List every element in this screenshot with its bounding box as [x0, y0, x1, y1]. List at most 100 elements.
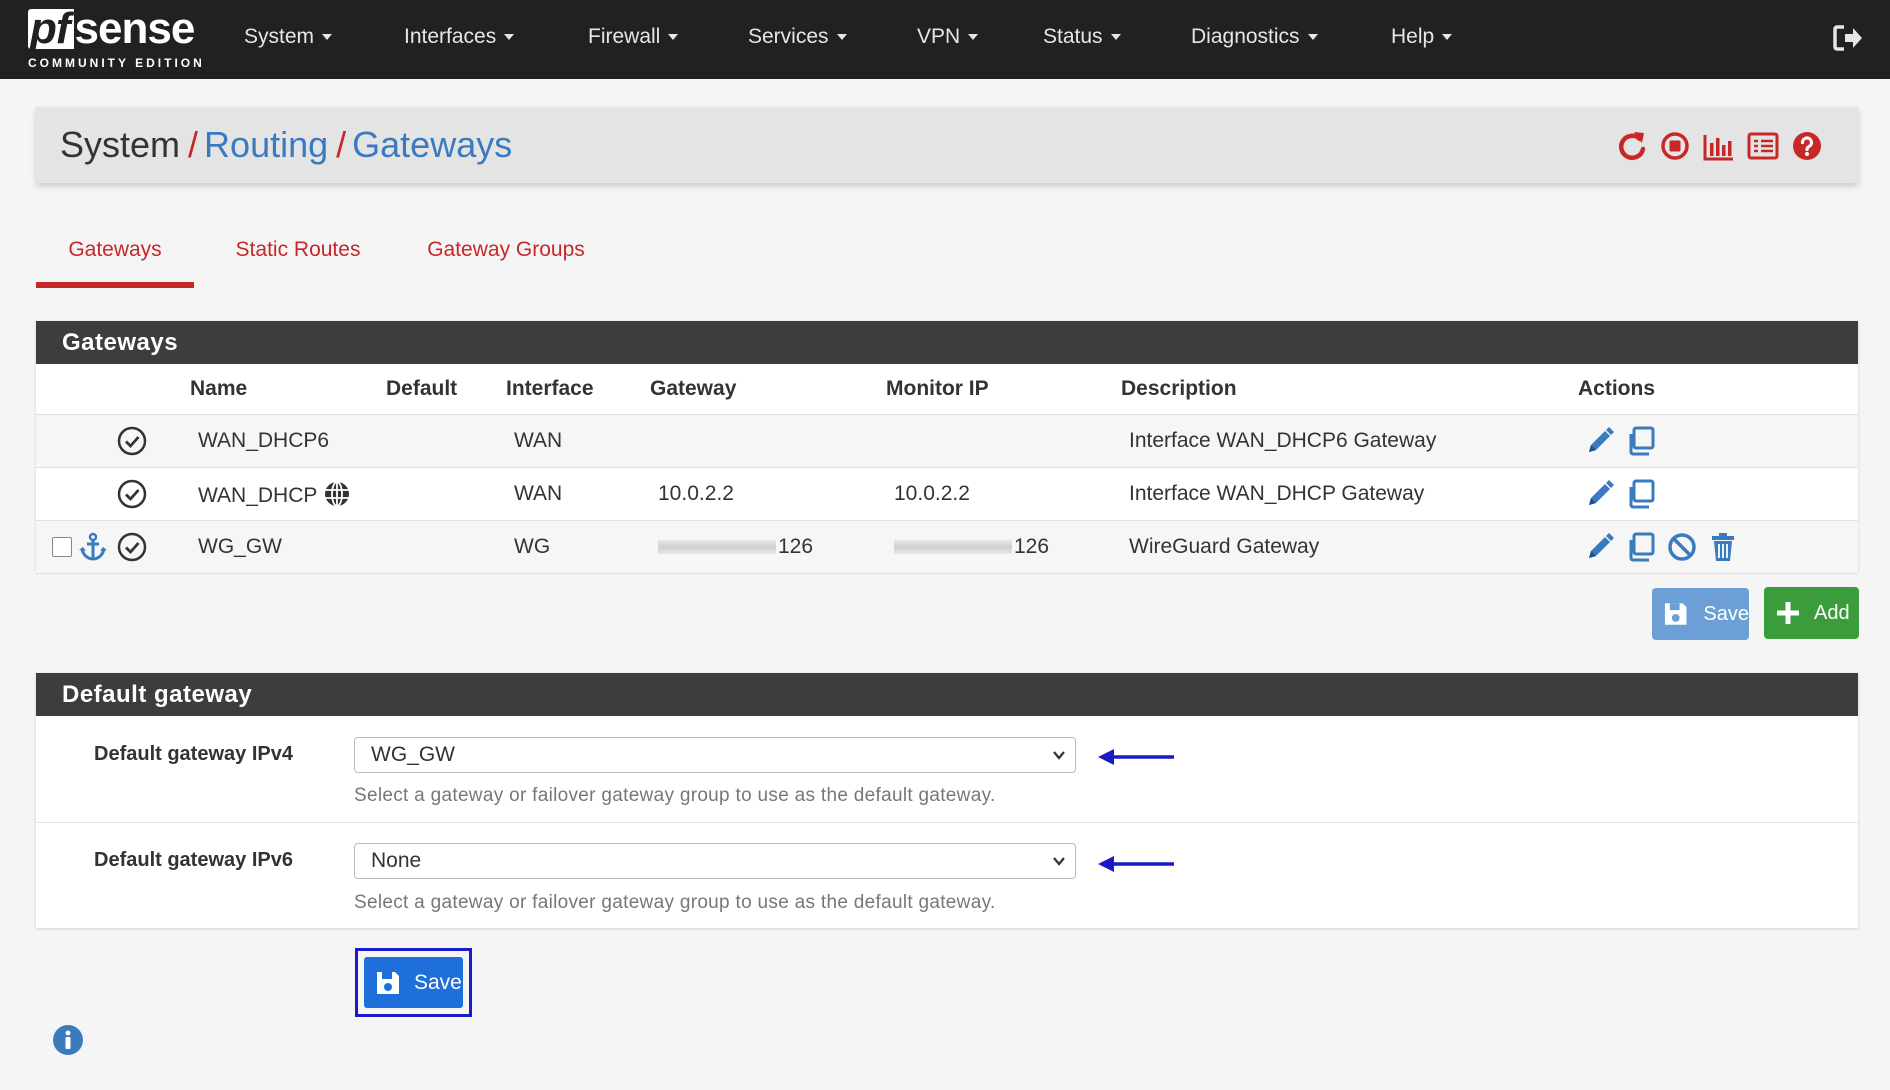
menu-system[interactable]: System	[244, 0, 404, 79]
copy-icon[interactable]	[1625, 425, 1657, 457]
menu-status[interactable]: Status	[1043, 0, 1191, 79]
help-icon[interactable]	[1790, 129, 1824, 163]
reload-icon[interactable]	[1614, 129, 1648, 163]
menu-interfaces[interactable]: Interfaces	[404, 0, 588, 79]
column-header-gateway: Gateway	[650, 364, 886, 415]
menu-diagnostics[interactable]: Diagnostics	[1191, 0, 1391, 79]
row-actions	[1578, 414, 1858, 468]
add-label: Add	[1814, 601, 1850, 624]
column-header-actions: Actions	[1578, 364, 1858, 415]
row-name: WG_GW	[190, 520, 386, 574]
row-gateway: 10.0.2.2	[650, 467, 886, 521]
default-gateway-ipv6-select[interactable]: None	[354, 843, 1076, 879]
caret-down-icon	[322, 34, 333, 41]
add-gateway-button[interactable]: Add	[1764, 587, 1859, 639]
row-interface: WAN	[506, 414, 650, 468]
check-circle-icon	[117, 479, 147, 509]
row-monitor-ip: 10.0.2.2	[886, 467, 1121, 521]
row-description: Interface WAN_DHCP Gateway	[1121, 467, 1578, 521]
annotation-arrow-icon	[1098, 856, 1174, 872]
ipv6-selected-value: None	[371, 849, 422, 872]
row-interface: WAN	[506, 467, 650, 521]
ipv4-label: Default gateway IPv4	[94, 743, 293, 765]
caret-down-icon	[1110, 34, 1121, 41]
chart-icon[interactable]	[1702, 129, 1736, 163]
menu-firewall[interactable]: Firewall	[588, 0, 748, 79]
stop-service-icon[interactable]	[1658, 129, 1692, 163]
tab-static-routes[interactable]: Static Routes	[228, 222, 368, 288]
info-icon[interactable]	[52, 1024, 84, 1056]
tab-gateways[interactable]: Gateways	[36, 222, 194, 288]
row-status-cell	[110, 467, 190, 521]
row-name: WAN_DHCP	[198, 484, 318, 507]
caret-down-icon	[1307, 34, 1318, 41]
row-monitor-ip-cell: 126	[886, 520, 1121, 574]
breadcrumb-separator: /	[188, 124, 199, 165]
row-monitor-ip: 126	[1014, 535, 1050, 558]
row-select-cell	[36, 520, 110, 574]
logo-wordmark: pf sense	[28, 4, 196, 53]
caret-down-icon	[668, 34, 679, 41]
breadcrumb-routing[interactable]: Routing	[204, 124, 328, 165]
column-header-name: Name	[190, 364, 386, 415]
ipv4-selected-value: WG_GW	[371, 743, 455, 766]
row-interface: WG	[506, 520, 650, 574]
row-name: WAN_DHCP6	[190, 414, 386, 468]
floppy-disk-icon	[377, 971, 399, 994]
breadcrumb: System / Routing / Gateways	[36, 107, 1858, 183]
trash-icon[interactable]	[1707, 531, 1739, 563]
edit-pencil-icon[interactable]	[1584, 478, 1616, 510]
menu-help[interactable]: Help	[1391, 0, 1481, 79]
column-header-status	[110, 364, 190, 415]
row-checkbox[interactable]	[52, 537, 72, 557]
default-gateway-ipv4-select[interactable]: WG_GW	[354, 737, 1076, 773]
gateways-table: Name Default Interface Gateway Monitor I…	[36, 364, 1858, 574]
table-header-row: Name Default Interface Gateway Monitor I…	[36, 364, 1858, 415]
ipv6-label: Default gateway IPv6	[94, 849, 293, 871]
row-select-cell	[36, 467, 110, 521]
breadcrumb-separator: /	[336, 124, 347, 165]
column-header-interface: Interface	[506, 364, 650, 415]
plus-icon	[1777, 602, 1799, 624]
row-description: Interface WAN_DHCP6 Gateway	[1121, 414, 1578, 468]
edit-pencil-icon[interactable]	[1584, 425, 1616, 457]
save-default-gateway-button[interactable]: Save	[364, 957, 463, 1008]
redacted-block	[894, 540, 1012, 555]
anchor-icon[interactable]	[78, 532, 108, 562]
breadcrumb-system: System	[60, 124, 181, 165]
menu-label: System	[244, 25, 315, 48]
tab-gateway-groups[interactable]: Gateway Groups	[421, 222, 591, 288]
row-status-cell	[110, 414, 190, 468]
row-divider	[36, 822, 1858, 823]
logo-sense: sense	[74, 4, 196, 53]
caret-down-icon	[504, 34, 515, 41]
column-header-monitor-ip: Monitor IP	[886, 364, 1121, 415]
caret-down-icon	[1442, 34, 1453, 41]
panel-title: Gateways	[36, 321, 1858, 364]
menu-vpn[interactable]: VPN	[917, 0, 1043, 79]
floppy-disk-icon	[1664, 603, 1687, 625]
row-gateway-cell: 126	[650, 520, 886, 574]
logo-edition: COMMUNITY EDITION	[28, 56, 205, 70]
menu-label: Services	[748, 25, 829, 48]
row-gateway: 126	[778, 535, 814, 558]
shortcut-icons	[1614, 129, 1824, 163]
pfsense-logo[interactable]: pf sense COMMUNITY EDITION	[28, 6, 203, 74]
default-gateway-panel: Default gateway Default gateway IPv4 WG_…	[36, 673, 1858, 928]
save-gateways-button[interactable]: Save	[1652, 588, 1749, 640]
logout-icon[interactable]	[1832, 24, 1864, 52]
menu-services[interactable]: Services	[748, 0, 917, 79]
copy-icon[interactable]	[1625, 478, 1657, 510]
breadcrumb-gateways[interactable]: Gateways	[352, 124, 512, 165]
disable-icon[interactable]	[1666, 531, 1698, 563]
copy-icon[interactable]	[1625, 531, 1657, 563]
globe-icon	[324, 481, 349, 507]
log-list-icon[interactable]	[1746, 129, 1780, 163]
ipv6-help-text: Select a gateway or failover gateway gro…	[354, 892, 996, 913]
row-default	[386, 520, 506, 574]
row-default	[386, 414, 506, 468]
table-row: WAN_DHCP6 WAN Interface WAN_DHCP6 Gatewa…	[36, 414, 1858, 468]
menu-label: Interfaces	[404, 25, 497, 48]
row-monitor-ip	[886, 414, 1121, 468]
edit-pencil-icon[interactable]	[1584, 531, 1616, 563]
